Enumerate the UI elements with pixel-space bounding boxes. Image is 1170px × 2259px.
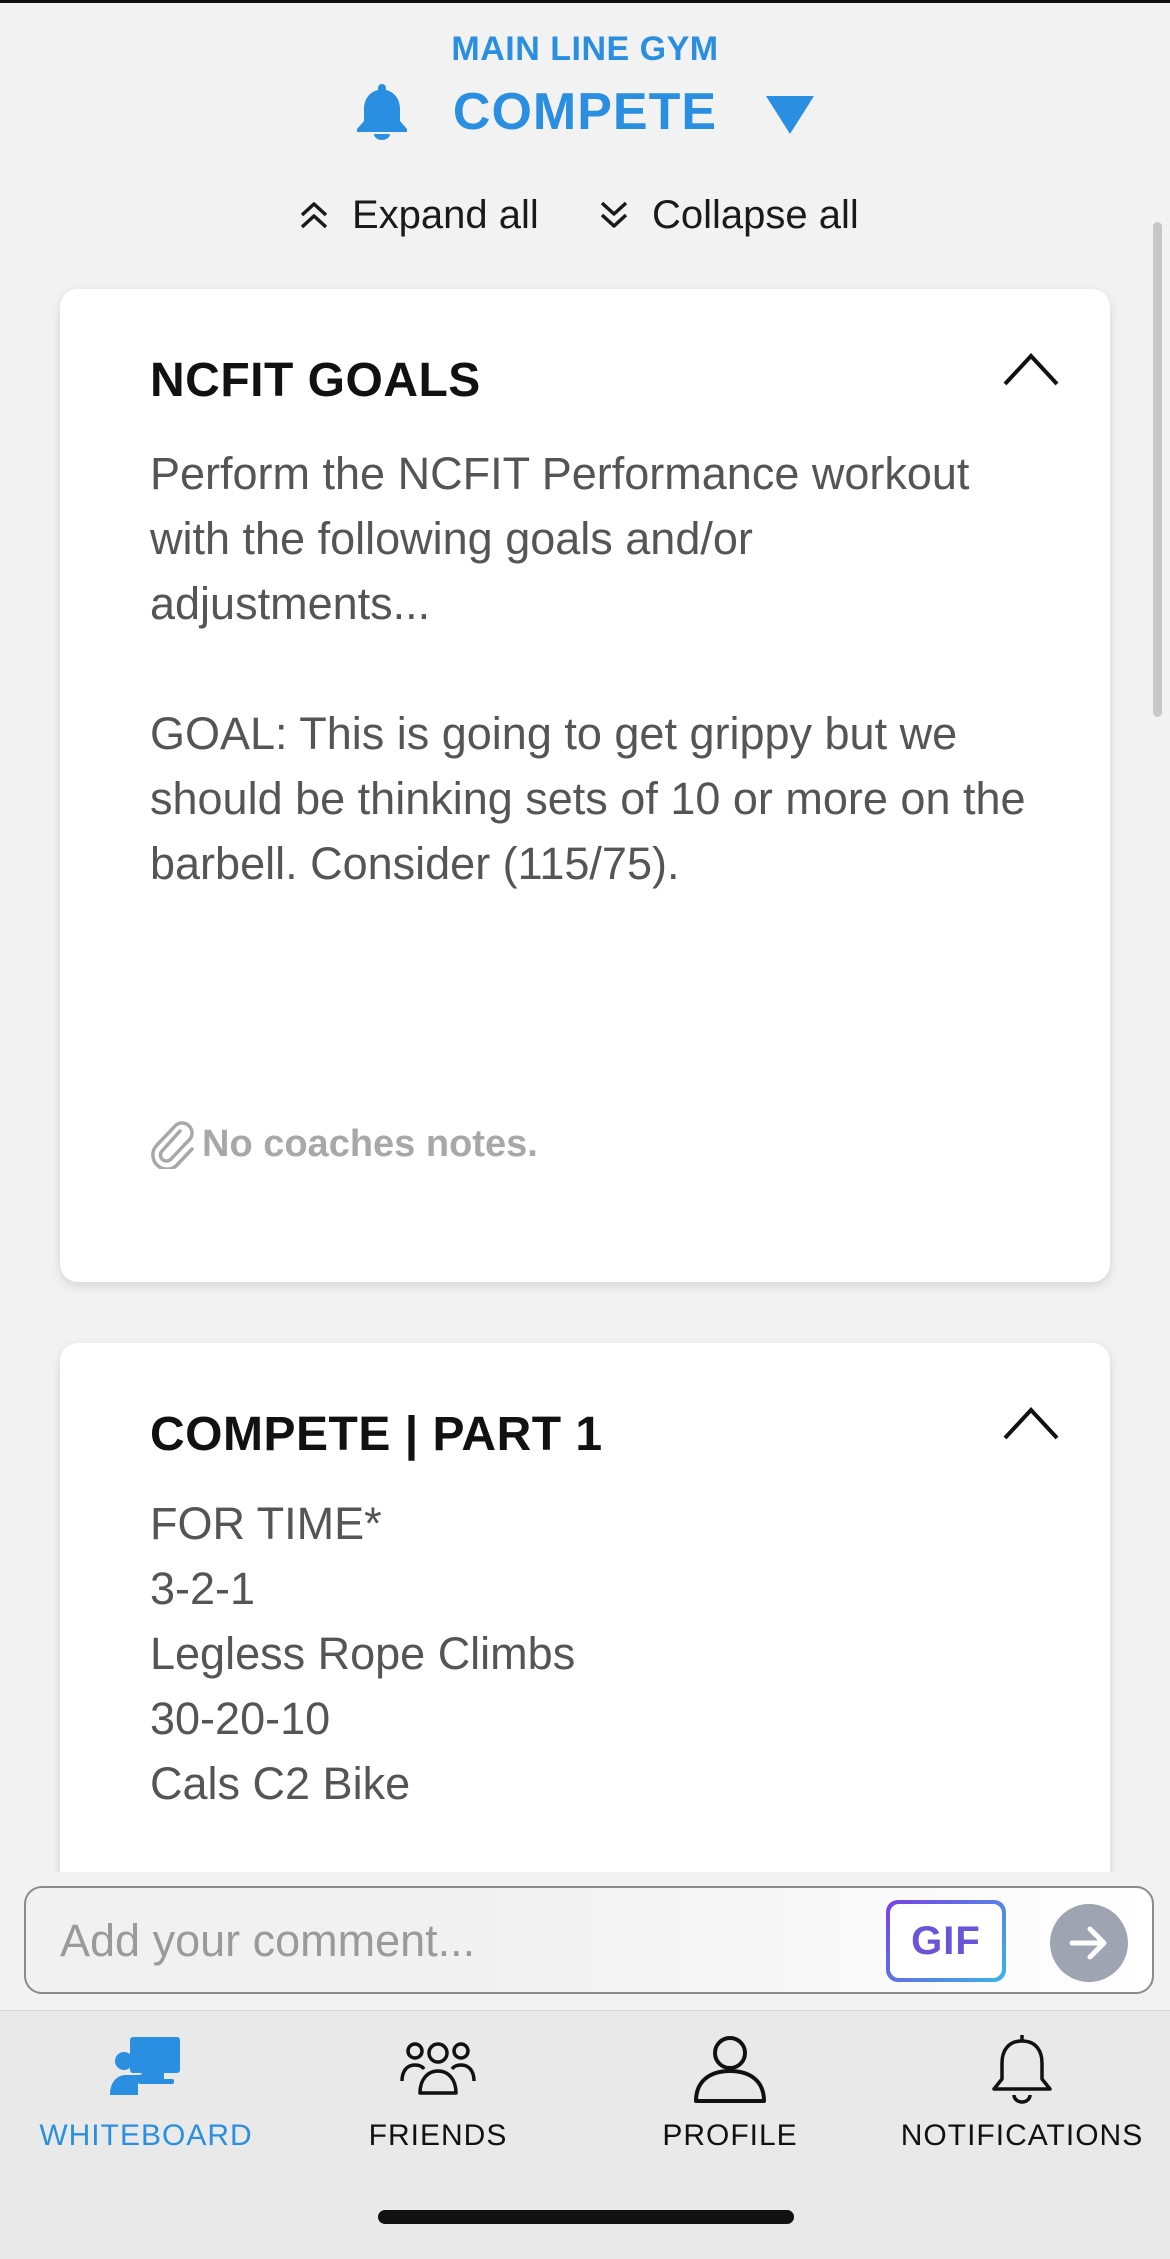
double-chevron-up-icon [300, 202, 328, 229]
arrow-right-icon [1069, 1926, 1107, 1960]
expand-collapse-row: Expand all Collapse all [0, 190, 1170, 240]
nav-label: FRIENDS [368, 2119, 508, 2152]
coach-notes: No coaches notes. [150, 1119, 538, 1169]
chevron-up-icon[interactable] [1002, 1403, 1060, 1443]
double-chevron-down-icon [600, 201, 628, 228]
nav-item-notifications[interactable]: NOTIFICATIONS [876, 2011, 1168, 2161]
screen: MAIN LINE GYM COMPETE Expand all Collaps… [0, 0, 1170, 2259]
program-title[interactable]: COMPETE [0, 82, 1170, 142]
paperclip-icon [151, 1121, 194, 1169]
nav-label: NOTIFICATIONS [900, 2119, 1144, 2152]
home-indicator[interactable] [378, 2210, 794, 2224]
send-button[interactable] [1050, 1904, 1128, 1982]
status-strip [0, 0, 1170, 3]
gif-label: GIF [890, 1904, 1002, 1978]
triangle-down-icon[interactable] [764, 94, 816, 136]
nav-item-whiteboard[interactable]: WHITEBOARD [0, 2011, 292, 2161]
comment-input[interactable] [58, 1906, 878, 1976]
scrollbar[interactable] [1153, 222, 1162, 717]
expand-all-button[interactable]: Expand all [296, 190, 539, 240]
card-title: NCFIT GOALS [150, 354, 481, 407]
nav-item-friends[interactable]: FRIENDS [292, 2011, 584, 2161]
card-title: COMPETE | PART 1 [150, 1408, 603, 1461]
collapse-all-button[interactable]: Collapse all [596, 190, 859, 240]
friends-icon [400, 2042, 476, 2095]
gym-name[interactable]: MAIN LINE GYM [0, 30, 1170, 69]
card-body: Perform the NCFIT Performance workout wi… [150, 448, 1026, 889]
expand-all-label: Expand all [352, 192, 539, 237]
chevron-up-icon[interactable] [1002, 349, 1060, 389]
gif-button[interactable]: GIF [886, 1900, 1006, 1982]
workout-card: NCFIT GOALS Perform the NCFIT Performanc… [60, 289, 1110, 1282]
whiteboard-icon [110, 2037, 180, 2095]
nav-label: WHITEBOARD [39, 2119, 253, 2152]
bell-icon [992, 2035, 1052, 2104]
nav-item-profile[interactable]: PROFILE [584, 2011, 876, 2161]
collapse-all-label: Collapse all [652, 192, 859, 237]
comment-bar: GIF [0, 1872, 1170, 2010]
workout-card: COMPETE | PART 1 FOR TIME* 3-2-1 Legless… [60, 1343, 1110, 1903]
nav-label: PROFILE [662, 2119, 798, 2152]
comment-box: GIF [24, 1886, 1154, 1994]
card-body: FOR TIME* 3-2-1 Legless Rope Climbs 30-2… [150, 1498, 576, 1809]
profile-icon [694, 2036, 766, 2103]
coach-notes-text: No coaches notes. [202, 1122, 538, 1165]
